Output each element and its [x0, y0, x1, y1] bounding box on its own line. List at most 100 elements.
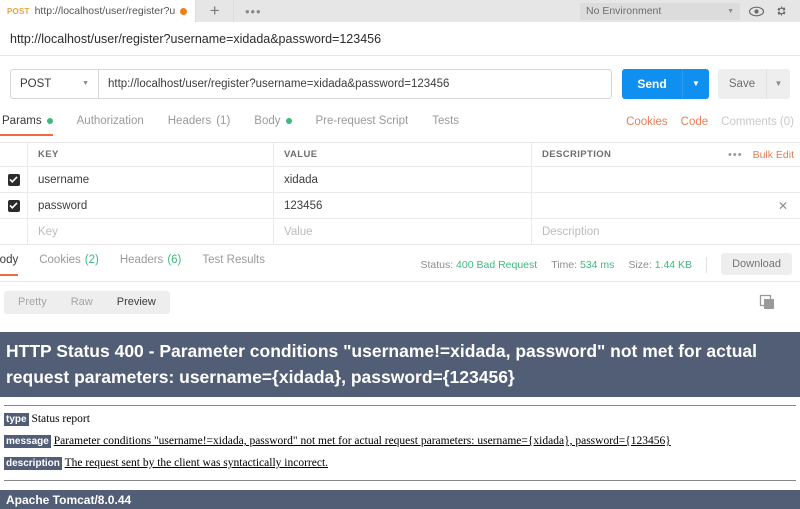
view-tab-raw[interactable]: Raw [59, 296, 105, 308]
tab-headers[interactable]: Headers (1) [168, 111, 231, 136]
bulk-edit-button[interactable]: Bulk Edit [753, 149, 794, 161]
send-button[interactable]: Send [622, 68, 682, 99]
header-value-cell: VALUE [274, 143, 532, 166]
response-tab-headers[interactable]: Headers (6) [120, 249, 182, 276]
error-heading: HTTP Status 400 - Parameter conditions "… [0, 332, 800, 397]
header-value-label: VALUE [284, 149, 318, 160]
gear-icon[interactable] [772, 3, 790, 20]
row-checkbox-checked-icon[interactable] [7, 173, 20, 186]
header-key-cell: KEY [28, 143, 274, 166]
chevron-down-icon: ▼ [82, 80, 89, 87]
response-view-tabs: Pretty Raw Preview [4, 290, 170, 314]
tab-headers-label: Headers [167, 115, 212, 127]
tab-params[interactable]: Params [0, 111, 53, 136]
environment-zone: No Environment ▼ [580, 0, 800, 22]
row-checkbox-cell[interactable] [0, 167, 28, 192]
eye-icon[interactable] [747, 3, 765, 20]
http-method-select[interactable]: POST ▼ [10, 68, 98, 99]
row-key-text: username [38, 173, 90, 186]
error-type-label: type [4, 413, 29, 426]
row-value-cell[interactable]: xidada [274, 167, 532, 192]
code-link[interactable]: Code [681, 116, 709, 128]
response-meta: Status: 400 Bad Request Time: 534 ms Siz… [420, 249, 800, 275]
url-display-text: http://localhost/user/register?username=… [10, 31, 382, 46]
status-group: Status: 400 Bad Request [420, 259, 537, 271]
params-table: KEY VALUE DESCRIPTION ••• Bulk Edit user… [0, 143, 800, 245]
url-display-bar: http://localhost/user/register?username=… [0, 22, 800, 56]
header-key-label: KEY [38, 149, 59, 160]
empty-row-value-cell[interactable]: Value [274, 219, 532, 244]
time-group: Time: 534 ms [551, 259, 614, 271]
new-tab-button[interactable]: + [196, 0, 235, 22]
empty-row-description-cell[interactable]: Description [532, 219, 800, 244]
error-type-line: type Status report [0, 406, 800, 428]
tab-authorization[interactable]: Authorization [77, 111, 144, 136]
postman-window: POST http://localhost/user/register?u + … [0, 0, 800, 509]
chevron-down-icon: ▼ [727, 7, 734, 15]
more-tabs-button[interactable]: ••• [234, 0, 273, 22]
response-tab-headers-label: Headers [119, 254, 164, 266]
error-description-value: The request sent by the client was synta… [64, 457, 329, 469]
environment-selected-label: No Environment [586, 5, 662, 17]
header-description-label: DESCRIPTION [542, 149, 612, 160]
row-key-cell[interactable]: password [28, 193, 274, 218]
response-view-bar: Pretty Raw Preview [0, 282, 800, 322]
tab-tests-label: Tests [432, 115, 460, 127]
empty-row-description-placeholder: Description [542, 225, 600, 238]
copy-icon[interactable] [759, 294, 776, 311]
request-tab[interactable]: POST http://localhost/user/register?u [0, 0, 197, 22]
table-row: password 123456 ✕ [0, 193, 800, 219]
view-tab-preview[interactable]: Preview [105, 296, 168, 308]
row-checkbox-checked-icon[interactable] [7, 199, 20, 212]
url-input[interactable]: http://localhost/user/register?username=… [98, 68, 612, 99]
tab-params-label: Params [2, 115, 42, 127]
request-tab-url: http://localhost/user/register?u [34, 5, 176, 17]
response-tab-cookies-count: (2) [84, 254, 99, 266]
unsaved-dot-icon [180, 7, 188, 15]
response-tab-test-results-label: Test Results [202, 254, 266, 266]
size-group: Size: 1.44 KB [628, 259, 692, 271]
empty-row-key-cell[interactable]: Key [28, 219, 274, 244]
time-value: 534 ms [580, 259, 615, 271]
send-options-button[interactable]: ▼ [682, 68, 709, 99]
row-value-cell[interactable]: 123456 [274, 193, 532, 218]
row-checkbox-cell[interactable] [0, 193, 28, 218]
row-key-cell[interactable]: username [28, 167, 274, 192]
row-description-cell[interactable]: ✕ [532, 193, 800, 218]
row-value-text: xidada [284, 173, 318, 186]
save-button[interactable]: Save [718, 68, 766, 99]
response-tab-body[interactable]: Body [0, 249, 19, 276]
cookies-link[interactable]: Cookies [626, 116, 668, 128]
size-label: Size: [628, 259, 652, 271]
request-tabs-links: Cookies Code Comments (0) [626, 111, 800, 128]
header-description-cell: DESCRIPTION ••• Bulk Edit [532, 143, 800, 166]
download-button[interactable]: Download [721, 253, 792, 275]
error-type-value: Status report [31, 413, 90, 425]
response-tab-test-results[interactable]: Test Results [202, 249, 265, 276]
response-tab-cookies[interactable]: Cookies (2) [39, 249, 99, 276]
error-message-line: message Parameter conditions "username!=… [0, 428, 800, 450]
row-key-text: password [38, 199, 88, 212]
comments-link[interactable]: Comments (0) [721, 116, 794, 128]
tab-tests[interactable]: Tests [432, 111, 459, 136]
error-message-value: Parameter conditions "username!=xidada, … [53, 435, 671, 447]
error-description-line: description The request sent by the clie… [0, 450, 800, 472]
row-description-cell[interactable] [532, 167, 800, 192]
meta-divider [706, 257, 708, 273]
tab-pre-request-script[interactable]: Pre-request Script [316, 111, 409, 136]
view-tab-pretty[interactable]: Pretty [6, 296, 59, 308]
response-tabs: Body Cookies (2) Headers (6) Test Result… [0, 249, 800, 282]
tab-authorization-label: Authorization [76, 115, 144, 127]
save-options-button[interactable]: ▼ [766, 68, 790, 99]
empty-row-checkbox-cell[interactable] [0, 219, 28, 244]
row-value-text: 123456 [284, 199, 323, 212]
tab-body[interactable]: Body [254, 111, 292, 136]
response-tab-body-label: Body [0, 254, 19, 266]
table-options-icon[interactable]: ••• [728, 149, 743, 161]
tab-body-label: Body [254, 115, 281, 127]
table-row-empty: Key Value Description [0, 219, 800, 245]
remove-row-icon[interactable]: ✕ [778, 193, 788, 218]
empty-row-key-placeholder: Key [38, 225, 58, 238]
environment-select[interactable]: No Environment ▼ [580, 2, 740, 20]
request-bar: POST ▼ http://localhost/user/register?us… [0, 56, 800, 111]
